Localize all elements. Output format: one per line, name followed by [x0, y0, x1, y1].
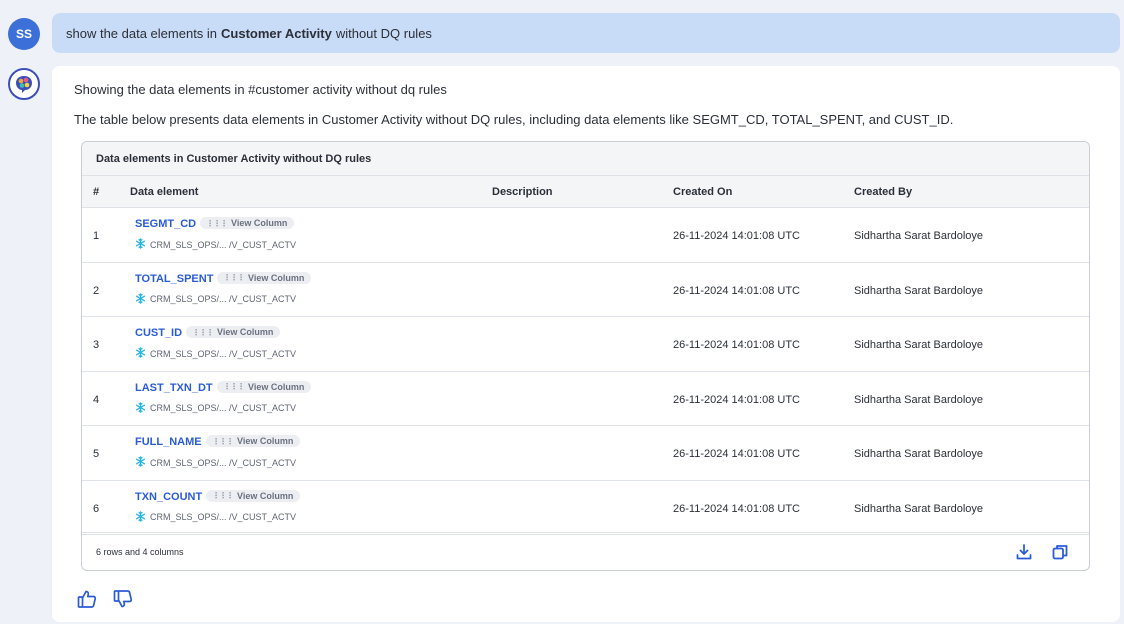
view-column-button[interactable]: ⋮⋮⋮ View Column [186, 326, 281, 338]
user-message-prefix: show the data elements in [66, 25, 218, 41]
view-column-label: View Column [237, 436, 294, 446]
header-created-on: Created On [673, 186, 733, 198]
data-element-link[interactable]: TXN_COUNT [135, 491, 202, 503]
user-avatar-initials: SS [15, 27, 32, 41]
view-column-label: View Column [217, 327, 274, 337]
header-created-by: Created By [854, 186, 913, 198]
data-element-link[interactable]: CUST_ID [135, 327, 182, 339]
view-column-button[interactable]: ⋮⋮⋮ View Column [217, 271, 312, 284]
table-header: # Data element Description Created On Cr… [82, 176, 1089, 208]
element-path-text: CRM_SLS_OPS/... /V_CUST_ACTV [150, 294, 297, 304]
view-column-label: View Column [231, 218, 288, 228]
element-path-text: CRM_SLS_OPS/... /V_CUST_ACTV [150, 239, 297, 250]
element-path-text: CRM_SLS_OPS/... /V_CUST_ACTV [150, 512, 297, 522]
element-path: CRM_SLS_OPS/... /V_CUST_ACTV [135, 347, 296, 360]
view-column-button[interactable]: ⋮⋮⋮ View Column [200, 217, 295, 229]
thumbs-up-icon[interactable] [76, 588, 98, 610]
table-row: 6 TXN_COUNT CRM_SLS_OPS/... /V_CUST_ACTV 26… [82, 481, 1089, 535]
created-on-value: 26-11-2024 14:01:08 UTC [673, 339, 800, 351]
user-message-suffix: without DQ rules [335, 25, 432, 41]
user-message: show the data elements in Customer Activ… [52, 13, 1120, 53]
element-path: CRM_SLS_OPS/... /V_CUST_ACTV [135, 456, 296, 469]
grid-icon: ⋮⋮⋮ [212, 491, 234, 500]
response-intro: Showing the data elements in #customer a… [74, 82, 447, 97]
view-column-button[interactable]: ⋮⋮⋮ View Column [206, 489, 301, 502]
element-path-text: CRM_SLS_OPS/... /V_CUST_ACTV [150, 403, 297, 413]
element-path: CRM_SLS_OPS/... /V_CUST_ACTV [135, 238, 296, 251]
grid-icon: ⋮⋮⋮ [192, 327, 214, 337]
element-path: CRM_SLS_OPS/... /V_CUST_ACTV [135, 401, 297, 415]
data-element-link[interactable]: LAST_TXN_DT [135, 382, 213, 394]
element-path: CRM_SLS_OPS/... /V_CUST_ACTV [135, 510, 297, 524]
created-by-value: Sidhartha Sarat Bardoloye [854, 448, 984, 460]
data-element-link[interactable]: TOTAL_SPENT [135, 273, 213, 285]
grid-icon: ⋮⋮⋮ [223, 273, 245, 282]
user-message-bold: Customer Activity [221, 25, 332, 41]
grid-icon: ⋮⋮⋮ [223, 382, 245, 391]
created-on-value: 26-11-2024 14:01:08 UTC [673, 393, 800, 406]
created-by-value: Sidhartha Sarat Bardoloye [854, 284, 984, 297]
row-number: 1 [93, 230, 100, 242]
snowflake-icon [135, 238, 146, 251]
view-column-label: View Column [237, 490, 294, 501]
data-element-link[interactable]: SEGMT_CD [135, 218, 196, 230]
created-on-value: 26-11-2024 14:01:08 UTC [673, 502, 800, 515]
table-row: 3 CUST_ID CRM_SLS_OPS/... /V_CUST_ACTV 26-1… [82, 317, 1089, 372]
download-icon[interactable] [1015, 543, 1033, 561]
table-row: 2 TOTAL_SPENT CRM_SLS_OPS/... /V_CUST_ACTV… [82, 263, 1089, 317]
table-row: 4 LAST_TXN_DT CRM_SLS_OPS/... /V_CUST_ACTV… [82, 372, 1089, 426]
created-on-value: 26-11-2024 14:01:08 UTC [673, 230, 800, 242]
row-count-text: 6 rows and 4 columns [96, 547, 184, 557]
snowflake-icon [135, 292, 146, 306]
snowflake-icon [135, 347, 146, 360]
created-by-value: Sidhartha Sarat Bardoloye [854, 339, 984, 351]
header-num: # [93, 186, 100, 198]
assistant-response: Showing the data elements in #customer a… [52, 66, 1120, 622]
table-row: 1 SEGMT_CD CRM_SLS_OPS/... /V_CUST_ACTV 26-… [82, 208, 1089, 263]
created-by-value: Sidhartha Sarat Bardoloye [854, 393, 984, 406]
row-number: 6 [93, 502, 100, 515]
snowflake-icon [135, 456, 146, 469]
row-number: 2 [93, 284, 100, 297]
row-number: 3 [93, 339, 100, 351]
data-element-link[interactable]: FULL_NAME [135, 436, 202, 448]
user-avatar: SS [8, 18, 40, 50]
thumbs-down-icon[interactable] [112, 588, 134, 610]
header-data-element: Data element [130, 186, 199, 198]
snowflake-icon [135, 510, 146, 524]
response-summary: The table below presents data elements i… [74, 112, 954, 127]
element-path-text: CRM_SLS_OPS/... /V_CUST_ACTV [150, 348, 297, 359]
element-path: CRM_SLS_OPS/... /V_CUST_ACTV [135, 292, 297, 306]
header-description: Description [492, 186, 553, 198]
element-path-text: CRM_SLS_OPS/... /V_CUST_ACTV [150, 457, 297, 468]
row-number: 5 [93, 448, 100, 460]
results-table-panel: Data elements in Customer Activity witho… [81, 141, 1090, 571]
copy-icon[interactable] [1051, 543, 1069, 561]
assistant-logo-icon [8, 68, 40, 100]
created-by-value: Sidhartha Sarat Bardoloye [854, 230, 984, 242]
snowflake-icon [135, 401, 146, 415]
view-column-button[interactable]: ⋮⋮⋮ View Column [206, 435, 301, 447]
view-column-label: View Column [248, 381, 305, 392]
created-on-value: 26-11-2024 14:01:08 UTC [673, 284, 800, 297]
table-body: 1 SEGMT_CD CRM_SLS_OPS/... /V_CUST_ACTV 26-… [82, 208, 1089, 535]
view-column-label: View Column [248, 272, 305, 283]
table-title: Data elements in Customer Activity witho… [82, 142, 1089, 176]
created-by-value: Sidhartha Sarat Bardoloye [854, 502, 984, 515]
grid-icon: ⋮⋮⋮ [206, 218, 228, 228]
table-footer: 6 rows and 4 columns [82, 532, 1089, 570]
view-column-button[interactable]: ⋮⋮⋮ View Column [217, 380, 312, 393]
row-number: 4 [93, 393, 100, 406]
grid-icon: ⋮⋮⋮ [212, 436, 234, 446]
created-on-value: 26-11-2024 14:01:08 UTC [673, 448, 800, 460]
table-row: 5 FULL_NAME CRM_SLS_OPS/... /V_CUST_ACTV 26… [82, 426, 1089, 481]
